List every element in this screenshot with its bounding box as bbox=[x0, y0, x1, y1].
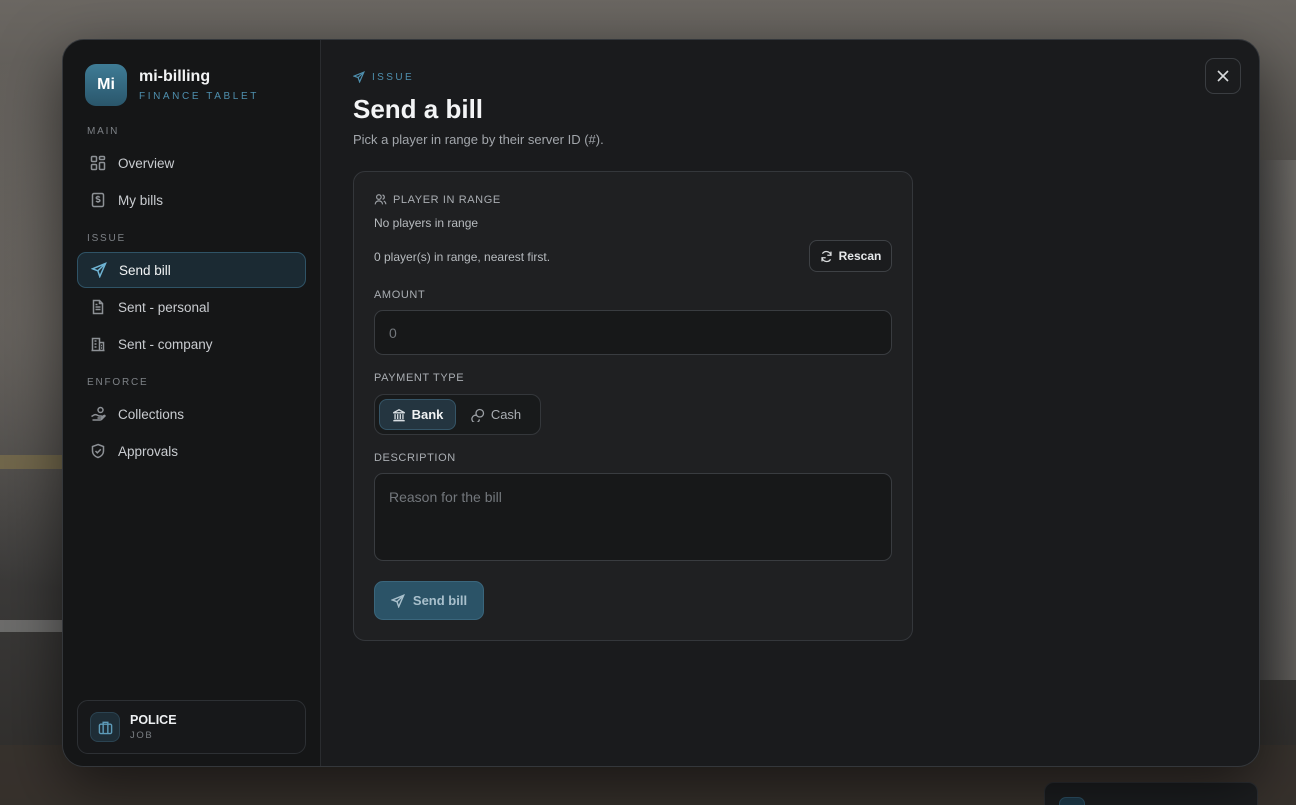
close-button[interactable] bbox=[1205, 58, 1241, 94]
payment-option-cash[interactable]: Cash bbox=[456, 399, 536, 430]
bank-icon bbox=[392, 408, 405, 421]
send-icon bbox=[390, 593, 405, 608]
coins-icon bbox=[471, 408, 484, 422]
sidebar-item-label: Send bill bbox=[119, 262, 171, 278]
description-field-label: DESCRIPTION bbox=[374, 452, 456, 464]
sidebar-item-label: Overview bbox=[118, 155, 175, 171]
section-label-enforce: ENFORCE bbox=[87, 377, 149, 388]
sidebar-item-send-bill[interactable]: Send bill bbox=[77, 252, 306, 288]
send-bill-form: PLAYER IN RANGE No players in range 0 pl… bbox=[353, 171, 913, 641]
grid-icon bbox=[90, 155, 106, 171]
sidebar-item-overview[interactable]: Overview bbox=[77, 145, 306, 181]
rescan-button[interactable]: Rescan bbox=[809, 240, 892, 272]
sidebar-item-collections[interactable]: Collections bbox=[77, 396, 306, 432]
sidebar: Mi mi-billing FINANCE TABLET MAIN Overvi… bbox=[63, 40, 321, 766]
app-subtitle: FINANCE TABLET bbox=[139, 91, 259, 102]
sidebar-item-approvals[interactable]: Approvals bbox=[77, 433, 306, 469]
sidebar-item-label: Collections bbox=[118, 406, 185, 422]
page-subtitle: Pick a player in range by their server I… bbox=[353, 132, 604, 147]
building-icon bbox=[91, 337, 105, 352]
sidebar-item-sent-company[interactable]: Sent - company bbox=[77, 326, 306, 362]
job-label: JOB bbox=[130, 730, 154, 741]
sidebar-item-sent-personal[interactable]: Sent - personal bbox=[77, 289, 306, 325]
send-icon bbox=[91, 262, 107, 278]
player-status: No players in range bbox=[374, 216, 479, 230]
receipt-icon bbox=[91, 192, 105, 208]
sidebar-item-label: Sent - company bbox=[118, 336, 213, 352]
job-card: POLICE JOB bbox=[77, 700, 306, 754]
hand-coins-icon bbox=[91, 406, 106, 421]
sidebar-item-label: Sent - personal bbox=[118, 299, 210, 315]
billing-tablet-window: Mi mi-billing FINANCE TABLET MAIN Overvi… bbox=[62, 39, 1260, 767]
app-title: mi-billing bbox=[139, 68, 211, 85]
amount-input[interactable] bbox=[374, 310, 892, 355]
eyebrow-label: ISSUE bbox=[372, 71, 415, 83]
refresh-icon bbox=[821, 250, 832, 262]
section-label-issue: ISSUE bbox=[87, 233, 127, 244]
sidebar-item-my-bills[interactable]: My bills bbox=[77, 182, 306, 218]
send-icon bbox=[353, 71, 365, 83]
player-count: 0 player(s) in range, nearest first. bbox=[374, 250, 551, 264]
close-icon bbox=[1217, 70, 1229, 82]
shield-check-icon bbox=[91, 443, 105, 459]
eyebrow: ISSUE bbox=[353, 71, 414, 83]
section-label-main: MAIN bbox=[87, 126, 120, 137]
hud-widget bbox=[1044, 782, 1258, 805]
main-content: ISSUE Send a bill Pick a player in range… bbox=[321, 40, 1259, 766]
player-field-label: PLAYER IN RANGE bbox=[374, 193, 501, 206]
send-bill-button[interactable]: Send bill bbox=[374, 581, 484, 620]
users-icon bbox=[374, 194, 387, 205]
job-name: POLICE bbox=[130, 713, 177, 727]
description-input[interactable] bbox=[374, 473, 892, 561]
amount-field-label: AMOUNT bbox=[374, 289, 426, 301]
sidebar-item-label: Approvals bbox=[118, 443, 179, 459]
payment-type-label: PAYMENT TYPE bbox=[374, 372, 465, 384]
payment-option-bank[interactable]: Bank bbox=[379, 399, 456, 430]
page-title: Send a bill bbox=[353, 94, 484, 124]
sidebar-item-label: My bills bbox=[118, 192, 164, 208]
document-icon bbox=[92, 299, 104, 315]
briefcase-icon bbox=[90, 712, 120, 742]
brand: Mi mi-billing FINANCE TABLET bbox=[85, 64, 259, 106]
app-logo: Mi bbox=[85, 64, 127, 106]
payment-type-toggle: Bank Cash bbox=[374, 394, 541, 435]
